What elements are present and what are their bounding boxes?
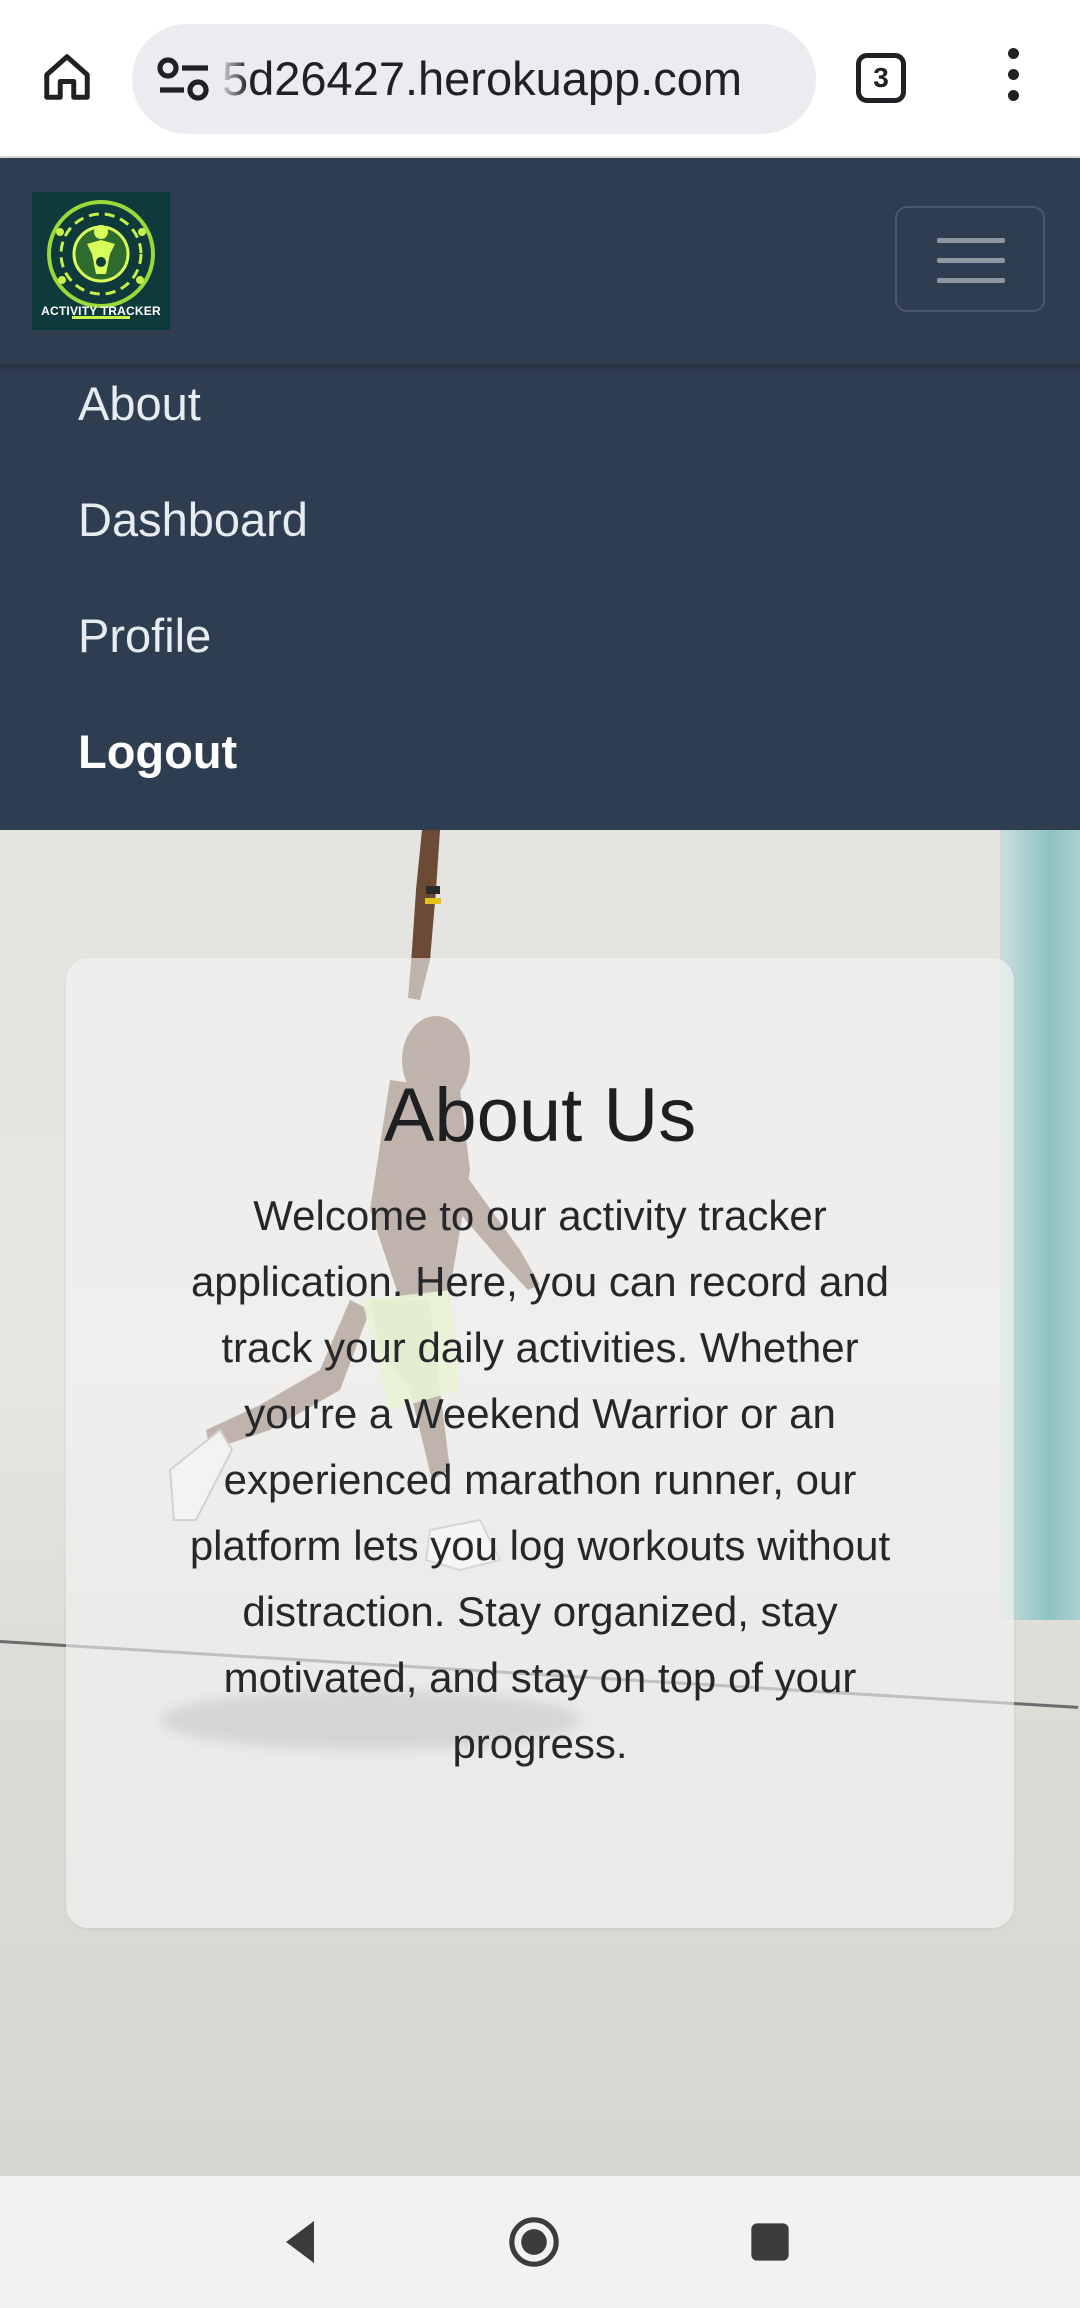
nav-link-dashboard[interactable]: Dashboard [78, 492, 308, 547]
recents-icon[interactable] [742, 2214, 798, 2270]
navbar-toggler-button[interactable] [895, 206, 1045, 312]
system-navigation-bar [0, 2176, 1080, 2308]
url-fade [218, 24, 248, 134]
nav-link-profile[interactable]: Profile [78, 608, 211, 663]
site-settings-icon[interactable] [154, 52, 214, 106]
tab-switcher-button[interactable]: 3 [856, 53, 906, 103]
browser-toolbar: 5d26427.herokuapp.com 3 [0, 0, 1080, 158]
about-title: About Us [383, 1073, 697, 1158]
address-bar[interactable]: 5d26427.herokuapp.com [132, 24, 816, 134]
hero-section: About Us Welcome to our activity tracker… [0, 830, 1080, 2176]
navbar-header: ACTIVITY TRACKER [0, 158, 1080, 364]
logo-text: ACTIVITY TRACKER [41, 304, 161, 318]
url-text[interactable]: 5d26427.herokuapp.com [222, 24, 742, 134]
about-card: About Us Welcome to our activity tracker… [66, 958, 1014, 1928]
nav-link-logout[interactable]: Logout [78, 724, 237, 779]
back-icon[interactable] [272, 2214, 328, 2270]
more-options-icon[interactable] [990, 48, 1036, 112]
site-navbar: ACTIVITY TRACKER About Dashboard Profile… [0, 158, 1080, 830]
home-icon[interactable] [30, 40, 104, 114]
home-circle-icon[interactable] [506, 2214, 562, 2270]
about-description: Welcome to our activity tracker applicat… [189, 1192, 891, 1767]
logo[interactable]: ACTIVITY TRACKER [32, 192, 170, 330]
nav-link-about[interactable]: About [78, 376, 201, 431]
